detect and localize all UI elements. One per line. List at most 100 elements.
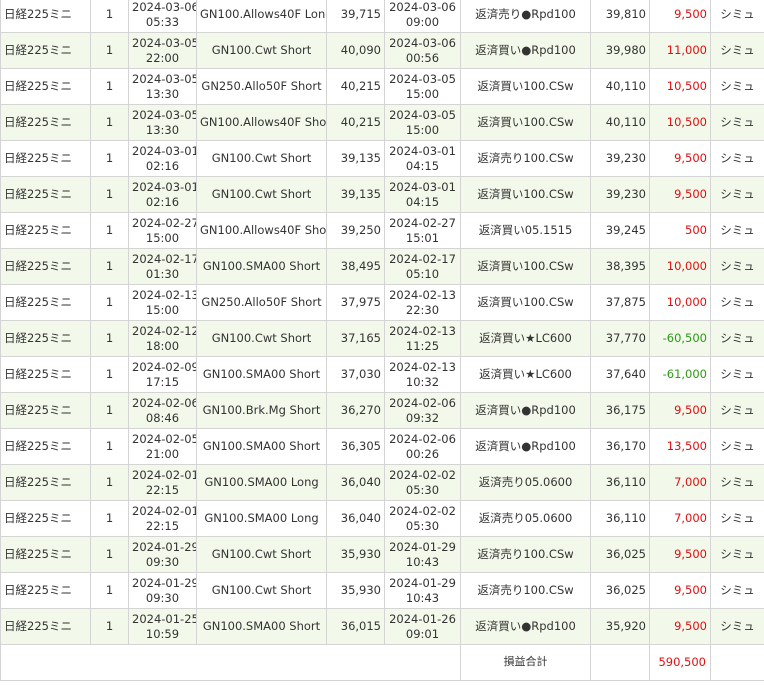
entry-date: 2024-03-05 <box>132 36 197 50</box>
exit-date: 2024-02-02 <box>389 504 456 518</box>
product-cell: 日経225ミニ <box>0 140 91 177</box>
exit-price-cell: 36,110 <box>590 464 650 501</box>
entry-price-cell: 36,040 <box>326 464 385 501</box>
profit-loss-cell: 9,500 <box>649 608 711 645</box>
product-cell: 日経225ミニ <box>0 500 91 537</box>
quantity-cell: 1 <box>90 176 129 213</box>
exit-price-cell: 39,230 <box>590 140 650 177</box>
mode-cell: シミュ <box>710 68 764 105</box>
exit-reason-cell: 返済買い●Rpd100 <box>460 32 591 69</box>
strategy-cell: GN250.Allo50F Short <box>196 284 327 321</box>
profit-loss-cell: 9,500 <box>649 572 711 609</box>
exit-time: 15:00 <box>405 86 440 101</box>
total-gap <box>590 644 650 681</box>
exit-price-cell: 39,980 <box>590 32 650 69</box>
exit-datetime-cell: 2024-02-02 05:30 <box>384 500 461 537</box>
quantity-cell: 1 <box>90 464 129 501</box>
exit-time: 00:26 <box>405 446 440 461</box>
mode-cell: シミュ <box>710 356 764 393</box>
profit-loss-cell: 13,500 <box>649 428 711 465</box>
entry-time: 13:30 <box>145 122 180 137</box>
exit-datetime-cell: 2024-02-06 09:32 <box>384 392 461 429</box>
mode-cell: シミュ <box>710 104 764 141</box>
profit-loss-cell: 9,500 <box>649 0 711 33</box>
entry-price-cell: 40,215 <box>326 68 385 105</box>
entry-time: 02:16 <box>145 158 180 173</box>
exit-date: 2024-02-13 <box>389 324 456 338</box>
entry-date: 2024-03-01 <box>132 144 197 158</box>
exit-reason-cell: 返済買い100.CSw <box>460 284 591 321</box>
product-cell: 日経225ミニ <box>0 32 91 69</box>
quantity-cell: 1 <box>90 392 129 429</box>
entry-time: 13:30 <box>145 86 180 101</box>
exit-reason-cell: 返済売り100.CSw <box>460 572 591 609</box>
exit-datetime-cell: 2024-02-06 00:26 <box>384 428 461 465</box>
entry-time: 21:00 <box>145 446 180 461</box>
entry-price-cell: 35,930 <box>326 536 385 573</box>
exit-date: 2024-02-06 <box>389 396 456 410</box>
exit-reason-cell: 返済売り05.0600 <box>460 500 591 537</box>
total-spacer <box>0 644 461 681</box>
mode-cell: シミュ <box>710 0 764 33</box>
product-cell: 日経225ミニ <box>0 356 91 393</box>
entry-price-cell: 37,975 <box>326 284 385 321</box>
exit-reason-cell: 返済売り05.0600 <box>460 464 591 501</box>
strategy-cell: GN100.Cwt Short <box>196 572 327 609</box>
exit-time: 05:10 <box>405 266 440 281</box>
profit-loss-cell: 10,500 <box>649 68 711 105</box>
table-row: 日経225ミニ 1 2024-03-01 02:16 GN100.Cwt Short 39… <box>0 176 764 213</box>
entry-date: 2024-01-29 <box>132 576 197 590</box>
table-row: 日経225ミニ 1 2024-02-17 01:30 GN100.SMA00 Short… <box>0 248 764 285</box>
table-row: 日経225ミニ 1 2024-01-29 09:30 GN100.Cwt Short 35… <box>0 572 764 609</box>
exit-date: 2024-01-29 <box>389 540 456 554</box>
entry-time: 15:00 <box>145 302 180 317</box>
product-cell: 日経225ミニ <box>0 392 91 429</box>
exit-date: 2024-02-06 <box>389 432 456 446</box>
profit-loss-cell: 10,000 <box>649 284 711 321</box>
exit-datetime-cell: 2024-03-05 15:00 <box>384 68 461 105</box>
entry-time: 08:46 <box>145 410 180 425</box>
exit-price-cell: 40,110 <box>590 104 650 141</box>
exit-time: 11:25 <box>405 338 440 353</box>
entry-price-cell: 36,040 <box>326 500 385 537</box>
exit-time: 00:56 <box>405 50 440 65</box>
exit-price-cell: 39,230 <box>590 176 650 213</box>
exit-time: 22:30 <box>405 302 440 317</box>
exit-price-cell: 36,110 <box>590 500 650 537</box>
mode-cell: シミュ <box>710 572 764 609</box>
entry-datetime-cell: 2024-02-17 01:30 <box>128 248 197 285</box>
exit-date: 2024-02-27 <box>389 216 456 230</box>
table-row: 日経225ミニ 1 2024-01-25 10:59 GN100.SMA00 Short… <box>0 608 764 645</box>
strategy-cell: GN100.Cwt Short <box>196 140 327 177</box>
total-value: 590,500 <box>649 644 711 681</box>
exit-price-cell: 39,810 <box>590 0 650 33</box>
strategy-cell: GN100.Allows40F Short <box>196 104 327 141</box>
exit-datetime-cell: 2024-02-13 10:32 <box>384 356 461 393</box>
entry-price-cell: 38,495 <box>326 248 385 285</box>
entry-price-cell: 39,250 <box>326 212 385 249</box>
entry-datetime-cell: 2024-02-12 18:00 <box>128 320 197 357</box>
trade-rows: 日経225ミニ 1 2024-03-06 05:33 GN100.Allows40F L… <box>0 0 764 645</box>
exit-datetime-cell: 2024-02-13 11:25 <box>384 320 461 357</box>
entry-datetime-cell: 2024-02-05 21:00 <box>128 428 197 465</box>
entry-date: 2024-02-01 <box>132 504 197 518</box>
exit-time: 10:43 <box>405 590 440 605</box>
exit-reason-cell: 返済買い100.CSw <box>460 104 591 141</box>
exit-price-cell: 36,025 <box>590 572 650 609</box>
entry-price-cell: 39,135 <box>326 140 385 177</box>
entry-price-cell: 37,030 <box>326 356 385 393</box>
product-cell: 日経225ミニ <box>0 428 91 465</box>
mode-cell: シミュ <box>710 392 764 429</box>
exit-reason-cell: 返済売り100.CSw <box>460 140 591 177</box>
exit-time: 09:00 <box>405 14 440 29</box>
exit-time: 09:32 <box>405 410 440 425</box>
product-cell: 日経225ミニ <box>0 248 91 285</box>
entry-price-cell: 39,135 <box>326 176 385 213</box>
strategy-cell: GN100.Brk.Mg Short <box>196 392 327 429</box>
quantity-cell: 1 <box>90 428 129 465</box>
mode-cell: シミュ <box>710 464 764 501</box>
entry-time: 17:15 <box>145 374 180 389</box>
exit-datetime-cell: 2024-03-06 09:00 <box>384 0 461 33</box>
exit-reason-cell: 返済買い100.CSw <box>460 176 591 213</box>
exit-price-cell: 36,025 <box>590 536 650 573</box>
